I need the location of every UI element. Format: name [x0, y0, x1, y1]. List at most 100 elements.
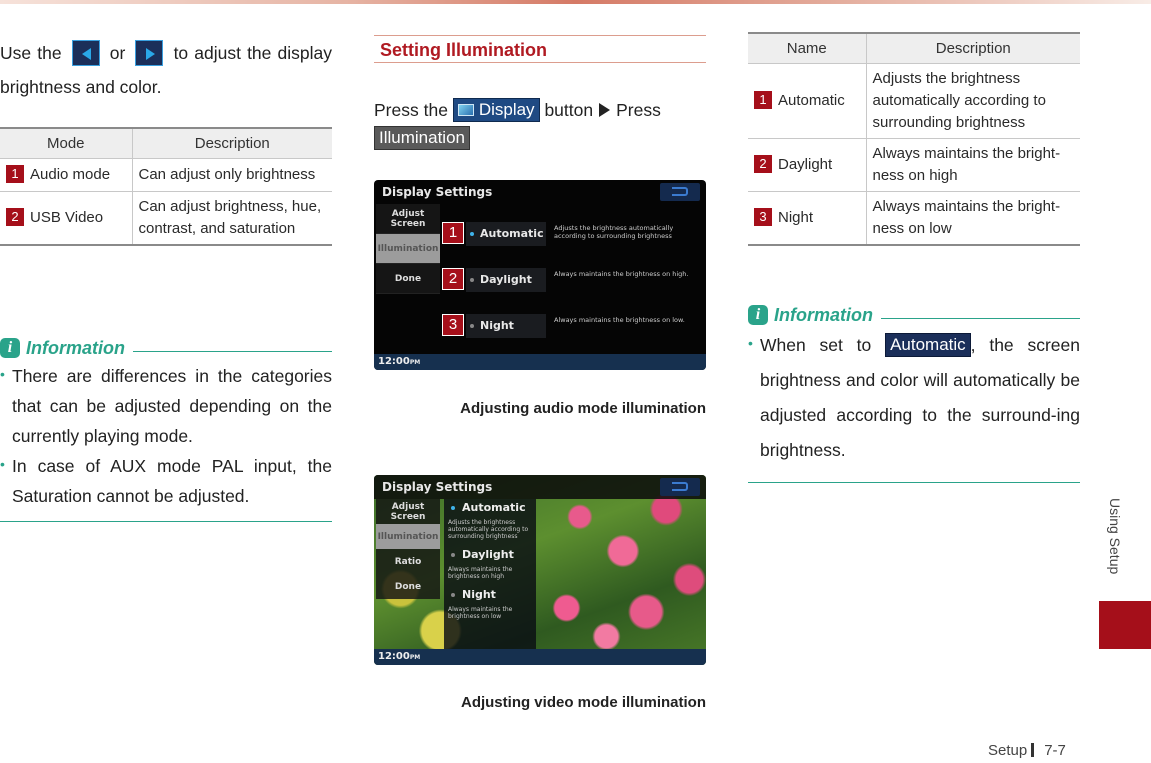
number-badge: 1 — [6, 164, 24, 183]
description-cell: Always maintains the bright-ness on low — [865, 191, 1080, 246]
section-title: Setting Illumination — [374, 35, 706, 63]
info-icon: i — [748, 305, 768, 325]
header-mode: Mode — [0, 127, 132, 159]
information-box: i Information There are differences in t… — [0, 335, 332, 522]
video-caption: Adjusting video mode illumination — [460, 694, 706, 711]
instruction-text: button — [544, 100, 594, 120]
play-arrow-icon — [599, 103, 611, 117]
number-badge: 1 — [754, 90, 772, 109]
section-side-text: Using Setup — [1107, 498, 1123, 575]
clock-suffix: PM — [409, 654, 421, 661]
menu-item-done: Done — [394, 581, 422, 592]
screen-menu: Adjust Screen Illumination Ratio Done — [376, 499, 440, 599]
information-header: i Information — [748, 302, 1080, 328]
instruction-paragraph: Press the Display button Press Illuminati… — [374, 96, 706, 152]
information-list: There are differences in the categories … — [0, 359, 332, 511]
divider — [881, 317, 1080, 319]
mode-table: Mode Description 1 Audio mode Can adjust … — [0, 127, 332, 246]
screen-title: Display Settings — [382, 185, 493, 199]
name-cell: 3 Night — [748, 191, 866, 246]
video-illumination-screenshot: Display Settings Adjust Screen Illuminat… — [374, 475, 706, 665]
divider — [133, 350, 332, 352]
top-gradient-bar — [0, 0, 1151, 4]
table-header-row: Name Description — [748, 32, 1080, 64]
screen-menu: Adjust Screen Illumination Done — [376, 204, 440, 294]
intro-text-1: Use the — [0, 43, 62, 63]
options-panel: Automatic Adjusts the brightness automat… — [444, 499, 536, 649]
footer-separator — [1031, 743, 1035, 757]
menu-item-illumination: Illumination — [376, 524, 440, 549]
clock-time: 12:00 — [378, 356, 410, 367]
section-color-tab — [1099, 601, 1151, 649]
right-arrow-button-icon — [135, 40, 164, 66]
number-badge: 3 — [754, 207, 772, 226]
header-description: Description — [131, 127, 332, 159]
audio-illumination-screenshot: Display Settings Adjust Screen Illuminat… — [374, 180, 706, 370]
mode-cell: 1 Audio mode — [0, 158, 132, 192]
screen-clock: 12:00PM — [374, 354, 706, 370]
information-title: Information — [774, 304, 873, 325]
option-name: Automatic — [778, 91, 845, 109]
section-side-label: Using Setup — [1105, 498, 1125, 588]
table-header-row: Mode Description — [0, 127, 332, 159]
option-night: Night — [466, 314, 546, 338]
intro-text-or: or — [109, 43, 126, 63]
table-row: 1 Audio mode Can adjust only brightness — [0, 158, 332, 192]
instruction-text: Press the — [374, 100, 448, 120]
number-badge: 2 — [754, 154, 772, 173]
screen-title: Display Settings — [382, 480, 493, 494]
information-title: Information — [26, 337, 125, 358]
illumination-name-table: Name Description 1 Automatic Adjusts the … — [748, 32, 1080, 246]
option-daylight: Daylight — [466, 268, 546, 292]
back-button-icon — [660, 478, 700, 496]
option-daylight: Daylight — [444, 546, 536, 564]
menu-item-done: Done — [376, 264, 440, 294]
menu-item-ratio: Ratio — [394, 556, 422, 567]
name-cell: 1 Automatic — [748, 63, 866, 139]
page-number: 7-7 — [1044, 742, 1066, 759]
table-row: 1 Automatic Adjusts the brightness automa… — [748, 63, 1080, 139]
instruction-text: Press — [616, 100, 661, 120]
option-description: Always maintains the brightness on high. — [554, 270, 689, 278]
divider — [0, 521, 332, 522]
mode-name: USB Video — [30, 208, 104, 226]
information-header: i Information — [0, 335, 332, 361]
clock-time: 12:00 — [378, 651, 410, 662]
info-text: When set to — [760, 335, 872, 355]
list-item: When set to Automatic, the screen bright… — [748, 326, 1080, 468]
page-footer: Setup 7-7 — [988, 742, 1066, 759]
list-item: In case of AUX mode PAL input, the Satur… — [0, 449, 332, 511]
number-badge: 2 — [6, 207, 24, 226]
menu-item-illumination: Illumination — [376, 234, 440, 264]
clock-suffix: PM — [409, 359, 421, 366]
screen-clock: 12:00PM — [374, 649, 706, 665]
header-description: Description — [865, 32, 1080, 64]
menu-item-adjust-screen: Adjust Screen — [390, 501, 426, 522]
option-name: Daylight — [778, 155, 833, 173]
intro-paragraph: Use the or to adjust the display brightn… — [0, 36, 332, 104]
information-box: i Information When set to Automatic, the… — [748, 302, 1080, 483]
option-description: Adjusts the brightness automatically acc… — [554, 224, 674, 240]
description-cell: Can adjust brightness, hue, contrast, an… — [131, 191, 332, 246]
option-description: Adjusts the brightness automatically acc… — [448, 519, 529, 540]
audio-caption: Adjusting audio mode illumination — [460, 400, 706, 417]
option-description: Always maintains the brightness on high — [448, 566, 513, 580]
display-chip-label: Display — [478, 100, 535, 119]
header-name: Name — [748, 32, 866, 64]
option-night: Night — [444, 586, 536, 604]
option-description: Always maintains the brightness on low — [448, 606, 513, 620]
illumination-button-chip: Illumination — [374, 126, 470, 150]
divider — [748, 482, 1080, 483]
callout-badge-3: 3 — [442, 314, 464, 336]
automatic-chip: Automatic — [885, 333, 971, 357]
description-cell: Adjusts the brightness automatically acc… — [865, 63, 1080, 139]
table-row: 2 USB Video Can adjust brightness, hue, c… — [0, 191, 332, 246]
menu-item-adjust-screen: Adjust Screen — [376, 204, 440, 234]
option-automatic: Automatic — [466, 222, 546, 246]
back-button-icon — [660, 183, 700, 201]
option-automatic: Automatic — [444, 499, 536, 517]
monitor-icon — [457, 104, 474, 116]
description-cell: Always maintains the bright-ness on high — [865, 138, 1080, 192]
list-item: There are differences in the categories … — [0, 359, 332, 451]
info-icon: i — [0, 338, 20, 358]
